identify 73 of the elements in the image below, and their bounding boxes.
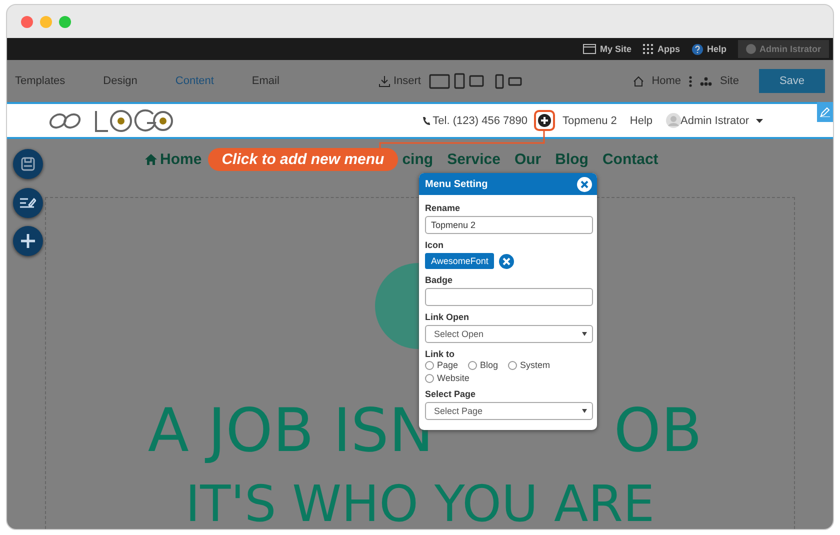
desktop-icon[interactable] [428,74,450,88]
save-button[interactable]: Save [759,69,825,93]
nav-link[interactable]: Our [514,151,542,168]
field-label: Rename [425,203,462,213]
hero-heading: OB [614,401,702,461]
insert-button[interactable]: Insert [393,75,421,87]
home-icon [632,76,644,86]
radio-option[interactable]: Blog [468,360,498,370]
header-menu-item[interactable]: Help [630,114,653,126]
top-bar-link[interactable]: Apps [657,44,680,54]
radio-option[interactable]: System [508,360,550,370]
phone-icon[interactable] [494,74,504,88]
plus-icon [538,114,552,127]
site-structure-icon [700,76,712,86]
field-label: Link Open [425,312,470,322]
dialog-title: Menu Setting [425,178,488,190]
browser-window-icon [582,44,596,54]
caret-icon [582,409,587,413]
site-button[interactable]: Site [720,75,739,87]
phone-number: Tel. (123) 456 7890 [432,114,528,126]
badge-field[interactable] [425,288,593,306]
nav-link[interactable]: Contact [602,151,658,168]
header-menu-item[interactable]: Topmenu 2 [562,114,617,126]
icon-picker-button[interactable]: AwesomeFont [425,253,494,269]
link-open-dropdown[interactable]: Select Open [425,325,593,343]
nav-link[interactable]: Blog [555,151,588,168]
tooltip: Click to add new menu [208,148,398,171]
user-menu[interactable]: Admin Istrator [738,40,829,58]
radio-option[interactable]: Page [425,360,458,370]
toolbar-tab[interactable]: Email [252,71,280,91]
toolbar-tab[interactable]: Design [103,71,138,91]
remove-icon[interactable] [499,254,514,268]
close-icon[interactable] [577,176,592,192]
toolbar-tab[interactable]: Content [175,71,214,91]
add-menu-button[interactable] [534,110,556,131]
rename-field[interactable]: Topmenu 2 [425,216,593,234]
nav-link[interactable]: Home [145,151,202,168]
download-icon [379,76,390,86]
caret-icon [756,118,763,122]
home-button[interactable]: Home [652,75,682,87]
tablet-landscape-icon[interactable] [468,75,484,87]
edit-button[interactable] [817,102,833,122]
kebab-menu-icon[interactable] [689,76,692,86]
top-bar-link[interactable]: My Site [600,44,632,54]
radio-option[interactable]: Website [425,373,470,383]
toolbar-tab[interactable]: Templates [15,71,66,91]
select-page-dropdown[interactable]: Select Page [425,402,593,420]
top-bar-link[interactable]: Help [706,44,726,54]
plus-icon [21,234,35,248]
phone-landscape-icon[interactable] [508,76,522,86]
home-icon [145,154,157,165]
edit-list-icon [20,197,36,209]
close-window-button[interactable] [21,16,33,28]
avatar-icon [666,113,681,128]
tablet-icon[interactable] [454,73,465,89]
field-label: Badge [425,275,454,285]
add-fab[interactable] [13,226,43,256]
avatar-icon [746,44,756,54]
field-label: Link to [425,349,456,359]
nav-link[interactable]: Service [447,151,500,168]
help-icon [692,44,703,54]
user-menu[interactable]: Admin Istrator [680,114,749,126]
pencil-icon [820,107,830,117]
apps-grid-icon [643,44,654,54]
phone-icon [422,116,430,125]
hero-heading: IT'S WHO YOU ARE [184,479,656,529]
field-label: Icon [425,240,445,250]
edit-fab[interactable] [13,188,43,218]
save-fab[interactable] [13,149,43,179]
nav-link[interactable]: cing [402,151,434,168]
save-icon [21,157,35,171]
caret-icon [582,332,587,336]
field-label: Select Page [425,389,477,399]
